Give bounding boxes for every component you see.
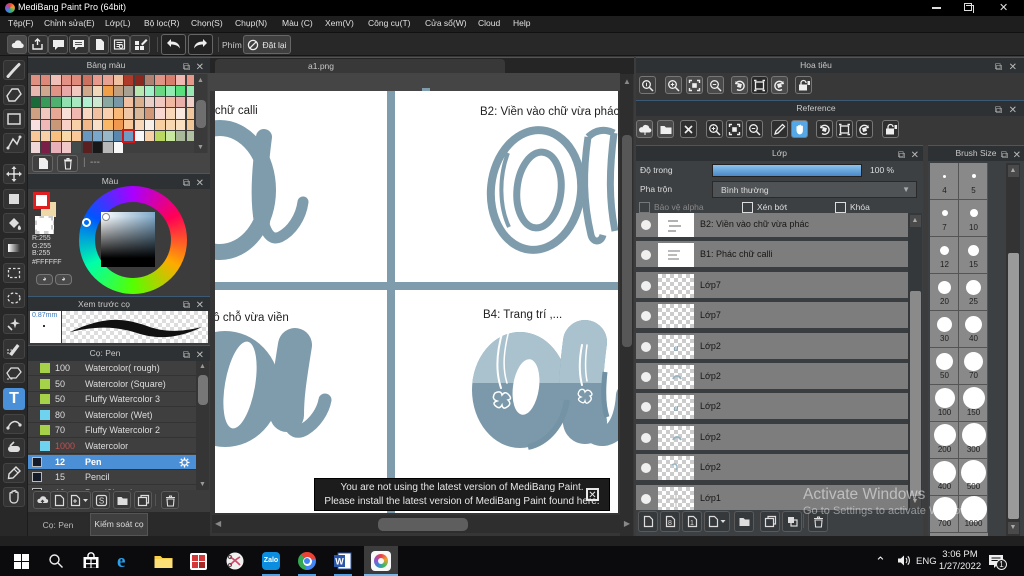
svg-text:a: a bbox=[674, 343, 679, 354]
svg-text:1: 1 bbox=[690, 520, 694, 527]
svg-text:8: 8 bbox=[668, 520, 672, 527]
svg-text:W: W bbox=[335, 557, 344, 567]
svg-text:S: S bbox=[98, 496, 103, 505]
svg-text:a: a bbox=[674, 403, 679, 414]
